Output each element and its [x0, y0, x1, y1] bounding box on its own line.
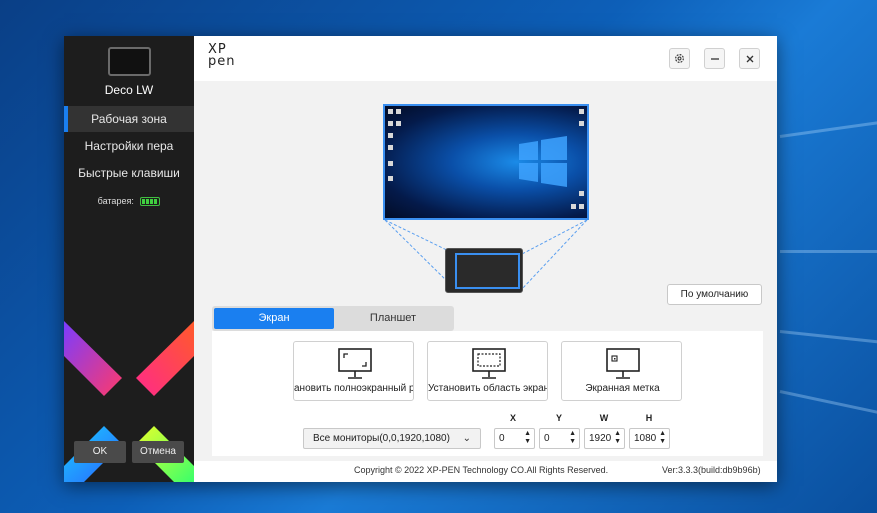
cancel-button[interactable]: Отмена: [132, 441, 184, 463]
screen-mark-icon: [606, 348, 640, 379]
monitor-select-value: Все мониторы(0,0,1920,1080): [313, 433, 450, 444]
desktop-light-ray: [779, 330, 877, 344]
battery-label: батарея:: [97, 196, 134, 206]
copyright-text: Copyright © 2022 XP-PEN Technology CO.Al…: [354, 465, 609, 475]
tab-tablet[interactable]: Планшет: [334, 308, 452, 329]
y-label: Y: [555, 413, 562, 423]
h-stepper[interactable]: 1080 ▲ ▼: [629, 428, 670, 449]
fullscreen-monitor-icon: [338, 348, 372, 379]
device-name: Deco LW: [104, 83, 154, 97]
ok-button[interactable]: OK: [74, 441, 126, 463]
y-stepper[interactable]: 0 ▲ ▼: [539, 428, 580, 449]
stepper-arrows-icon[interactable]: ▲ ▼: [524, 430, 531, 446]
y-value: 0: [544, 433, 550, 444]
tablet-active-area: [455, 253, 520, 289]
tab-bar: Экран Планшет: [212, 306, 454, 331]
tab-screen[interactable]: Экран: [214, 308, 334, 329]
x-value: 0: [499, 433, 505, 444]
windows-desktop-preview: [388, 109, 584, 209]
app-window: Deco LW Рабочая зона Настройки пера Быст…: [64, 36, 777, 482]
x-stepper[interactable]: 0 ▲ ▼: [494, 428, 535, 449]
screen-area-mode-label: Установить область экрана: [428, 383, 548, 394]
battery-icon: [140, 197, 161, 207]
w-stepper[interactable]: 1920 ▲ ▼: [584, 428, 625, 449]
sidebar: Deco LW Рабочая зона Настройки пера Быст…: [64, 36, 194, 482]
monitor-select[interactable]: Все мониторы(0,0,1920,1080) ⌄: [303, 428, 481, 449]
stepper-arrows-icon[interactable]: ▲ ▼: [569, 430, 576, 446]
h-label: H: [645, 413, 653, 423]
chevron-down-icon: ⌄: [462, 433, 471, 444]
main-area: XP pen По умолчанию Экран Планшет ановит…: [194, 36, 777, 482]
default-button[interactable]: По умолчанию: [667, 284, 762, 305]
area-monitor-icon: [472, 348, 506, 379]
desktop-light-ray: [779, 121, 877, 138]
footer: Copyright © 2022 XP-PEN Technology CO.Al…: [194, 461, 777, 482]
w-value: 1920: [589, 433, 612, 444]
battery-status: батарея:: [64, 196, 194, 207]
stepper-arrows-icon[interactable]: ▲ ▼: [614, 430, 621, 446]
tablet-preview: [445, 248, 523, 293]
screen-settings-panel: ановить полноэкранный реж Установить обл…: [212, 331, 763, 456]
version-text: Ver:3.3.3(build:db9b96b): [662, 465, 761, 475]
device-thumbnail: [108, 47, 151, 76]
fullscreen-mode-card[interactable]: ановить полноэкранный реж: [293, 341, 414, 401]
nav-item-shortcut-keys[interactable]: Быстрые клавиши: [64, 160, 194, 186]
screen-mark-label: Экранная метка: [585, 383, 660, 394]
h-value: 1080: [634, 433, 657, 444]
nav-item-workspace[interactable]: Рабочая зона: [64, 106, 194, 132]
screen-mark-card[interactable]: Экранная метка: [561, 341, 682, 401]
desktop-light-ray: [780, 250, 877, 253]
screen-area-mode-card[interactable]: Установить область экрана: [427, 341, 548, 401]
fullscreen-mode-label: ановить полноэкранный реж: [294, 383, 414, 394]
desktop-light-ray: [779, 390, 877, 414]
w-label: W: [599, 413, 609, 423]
screen-preview: [383, 104, 589, 220]
nav-item-pen-settings[interactable]: Настройки пера: [64, 133, 194, 159]
x-label: X: [509, 413, 516, 423]
stepper-arrows-icon[interactable]: ▲ ▼: [659, 430, 666, 446]
